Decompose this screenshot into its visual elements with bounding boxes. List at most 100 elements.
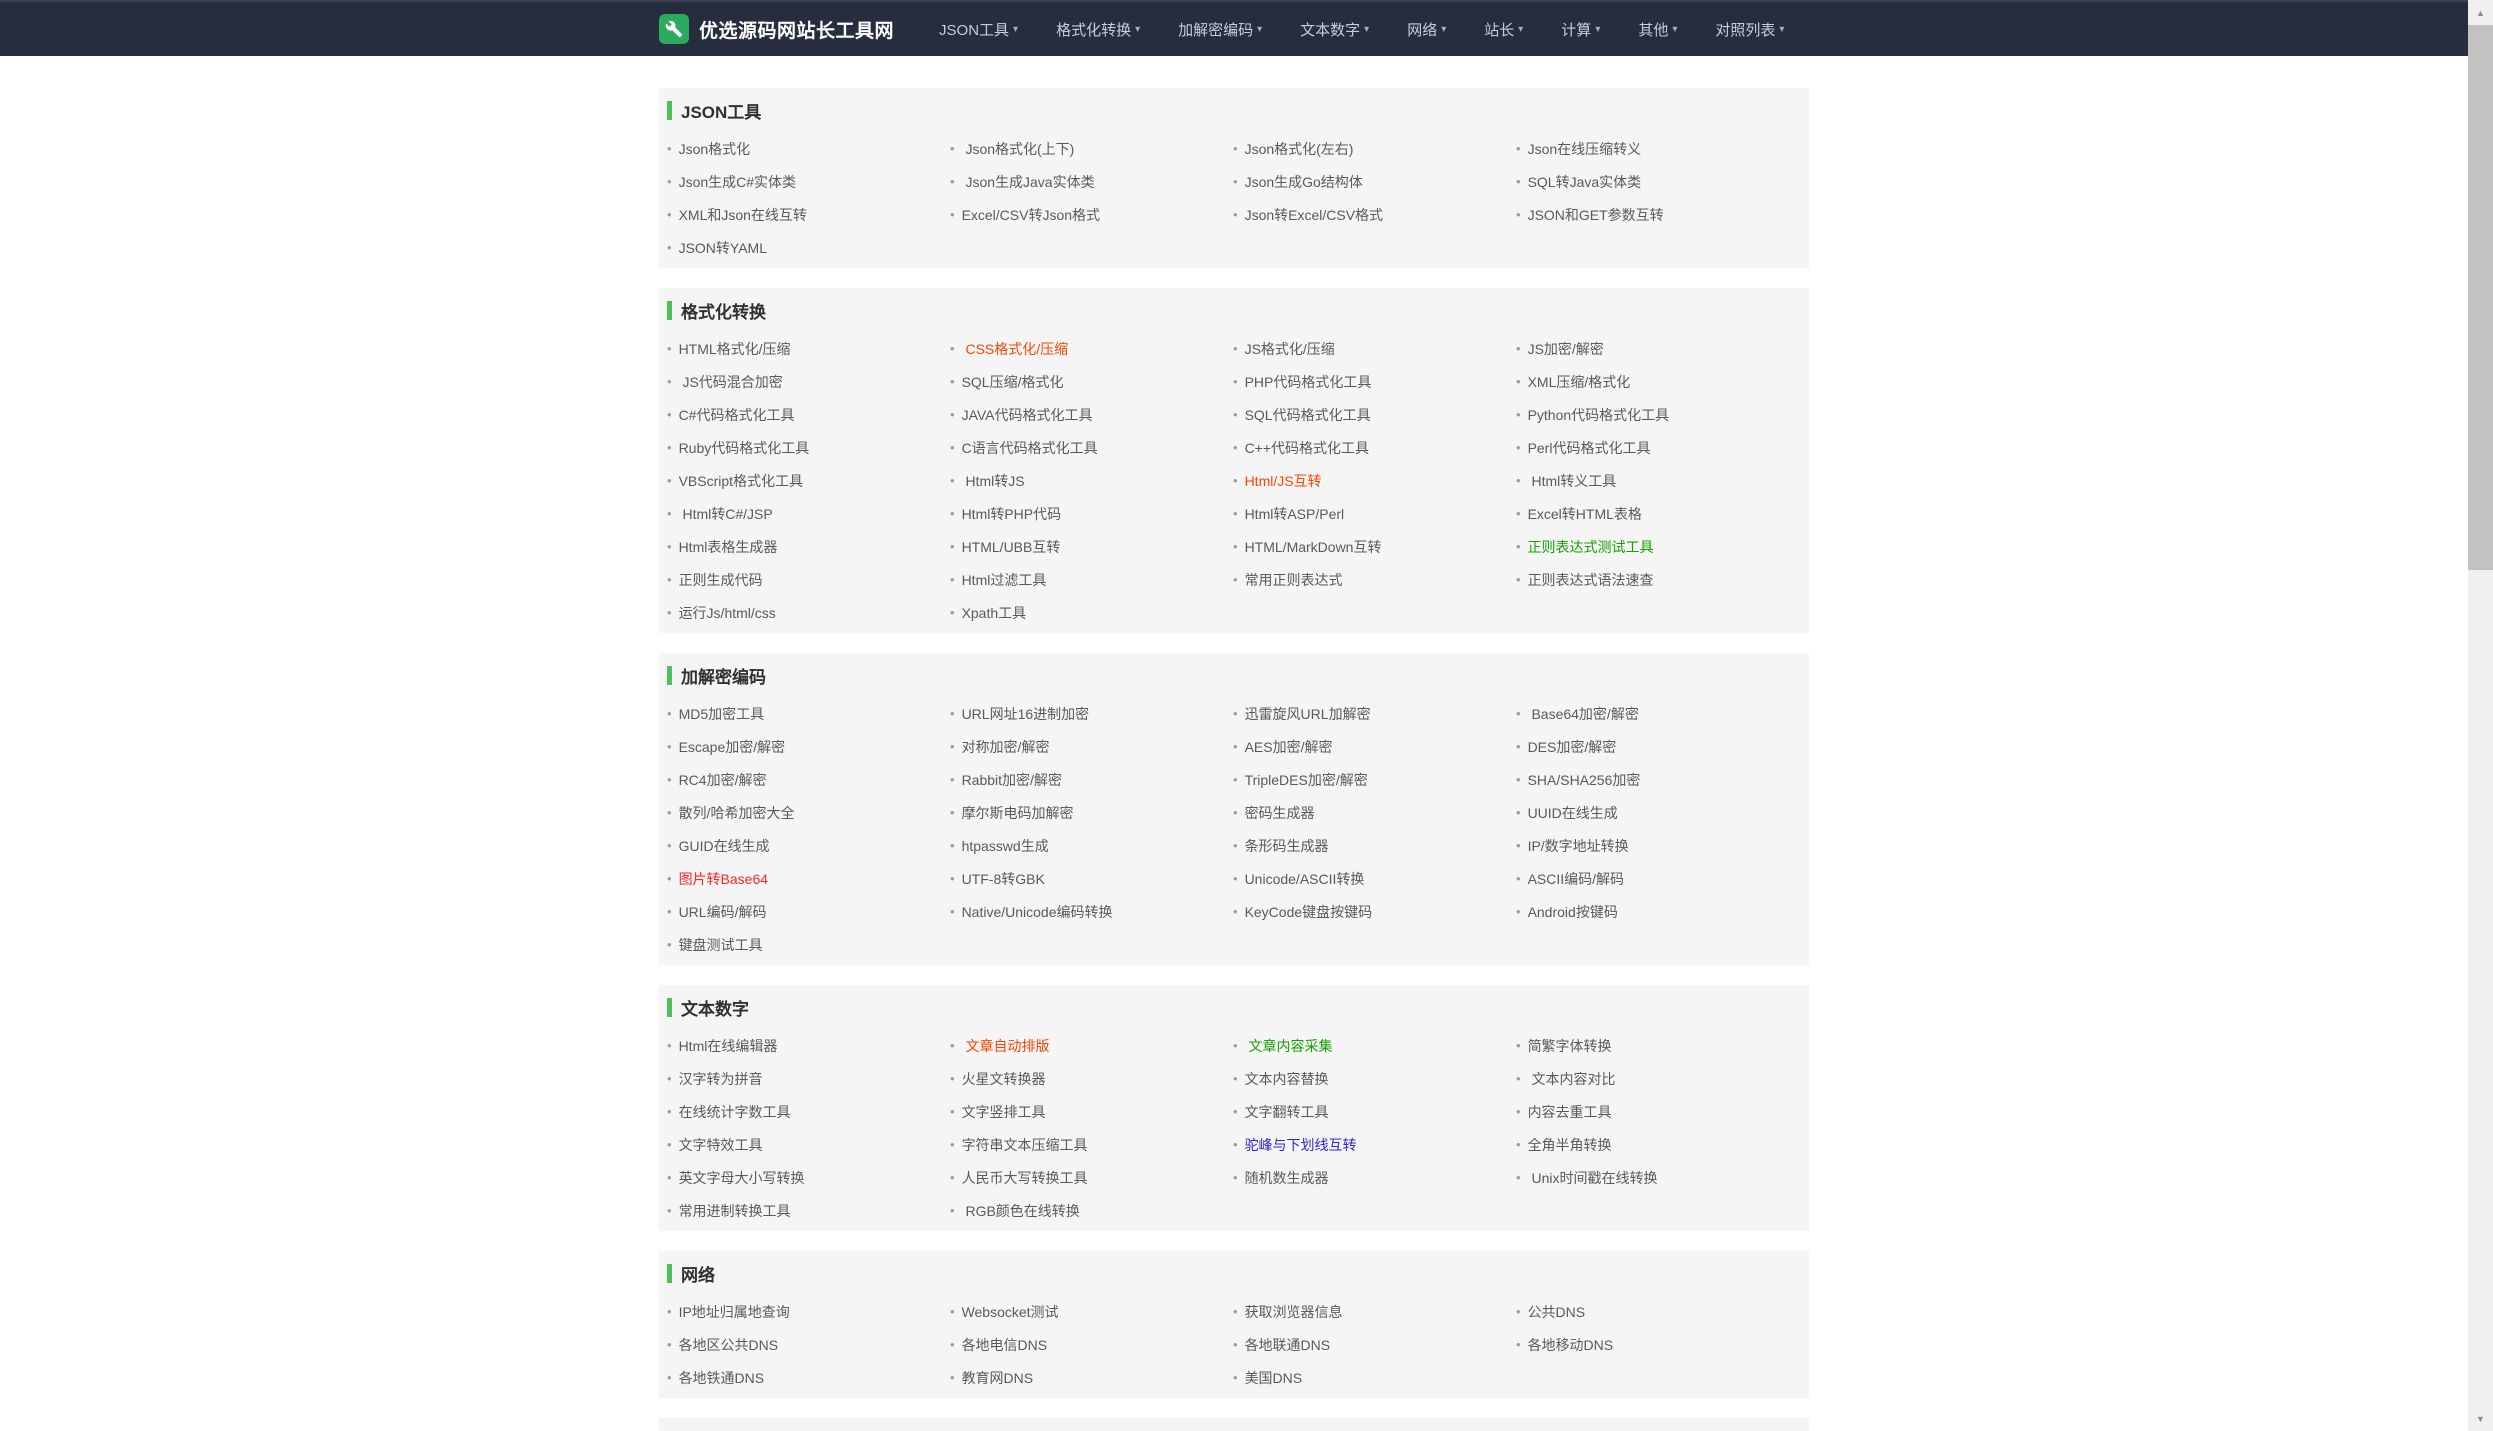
tool-link[interactable]: •DES加密/解密 <box>1516 730 1799 763</box>
tool-link[interactable]: •Html转PHP代码 <box>950 497 1233 530</box>
tool-link[interactable]: •SQL转Java实体类 <box>1516 165 1799 198</box>
tool-link[interactable]: • Unix时间戳在线转换 <box>1516 1161 1799 1194</box>
tool-link[interactable]: •IP/数字地址转换 <box>1516 829 1799 862</box>
tool-link[interactable]: • RGB颜色在线转换 <box>950 1194 1233 1227</box>
tool-link[interactable]: •摩尔斯电码加解密 <box>950 796 1233 829</box>
tool-link[interactable]: •密码生成器 <box>1233 796 1516 829</box>
tool-link[interactable]: • 文章内容采集 <box>1233 1029 1516 1062</box>
tool-link[interactable]: •htpasswd生成 <box>950 829 1233 862</box>
tool-link[interactable]: •获取浏览器信息 <box>1233 1295 1516 1328</box>
tool-link[interactable]: •对称加密/解密 <box>950 730 1233 763</box>
tool-link[interactable]: •文字竖排工具 <box>950 1095 1233 1128</box>
tool-link[interactable]: •PHP代码格式化工具 <box>1233 365 1516 398</box>
tool-link[interactable]: •教育网DNS <box>950 1361 1233 1394</box>
tool-link[interactable]: •Xpath工具 <box>950 596 1233 629</box>
tool-link[interactable]: •Excel/CSV转Json格式 <box>950 198 1233 231</box>
nav-menu-item-0[interactable]: JSON工具▾ <box>920 19 1037 40</box>
tool-link[interactable]: •全角半角转换 <box>1516 1128 1799 1161</box>
tool-link[interactable]: •XML压缩/格式化 <box>1516 365 1799 398</box>
tool-link[interactable]: •英文字母大小写转换 <box>667 1161 950 1194</box>
tool-link[interactable]: •迅雷旋风URL加解密 <box>1233 697 1516 730</box>
tool-link[interactable]: •Json生成C#实体类 <box>667 165 950 198</box>
tool-link[interactable]: •文本内容替换 <box>1233 1062 1516 1095</box>
tool-link[interactable]: • Json生成Java实体类 <box>950 165 1233 198</box>
tool-link[interactable]: •条形码生成器 <box>1233 829 1516 862</box>
tool-link[interactable]: •Json在线压缩转义 <box>1516 132 1799 165</box>
tool-link[interactable]: •GUID在线生成 <box>667 829 950 862</box>
tool-link[interactable]: •Html/JS互转 <box>1233 464 1516 497</box>
tool-link[interactable]: •驼峰与下划线互转 <box>1233 1128 1516 1161</box>
tool-link[interactable]: •JS加密/解密 <box>1516 332 1799 365</box>
tool-link[interactable]: •各地联通DNS <box>1233 1328 1516 1361</box>
tool-link[interactable]: •TripleDES加密/解密 <box>1233 763 1516 796</box>
tool-link[interactable]: •汉字转为拼音 <box>667 1062 950 1095</box>
nav-menu-item-4[interactable]: 网络▾ <box>1388 19 1465 40</box>
tool-link[interactable]: •Native/Unicode编码转换 <box>950 895 1233 928</box>
tool-link[interactable]: •字符串文本压缩工具 <box>950 1128 1233 1161</box>
tool-link[interactable]: •UTF-8转GBK <box>950 862 1233 895</box>
tool-link[interactable]: • JS代码混合加密 <box>667 365 950 398</box>
scroll-down-icon[interactable]: ▼ <box>2468 1406 2493 1431</box>
tool-link[interactable]: •Python代码格式化工具 <box>1516 398 1799 431</box>
tool-link[interactable]: •常用正则表达式 <box>1233 563 1516 596</box>
tool-link[interactable]: •简繁字体转换 <box>1516 1029 1799 1062</box>
tool-link[interactable]: •Html转ASP/Perl <box>1233 497 1516 530</box>
tool-link[interactable]: •内容去重工具 <box>1516 1095 1799 1128</box>
tool-link[interactable]: •正则表达式语法速查 <box>1516 563 1799 596</box>
tool-link[interactable]: • Html转JS <box>950 464 1233 497</box>
nav-menu-item-7[interactable]: 其他▾ <box>1619 19 1696 40</box>
tool-link[interactable]: •HTML/MarkDown互转 <box>1233 530 1516 563</box>
scroll-up-icon[interactable]: ▲ <box>2468 0 2493 25</box>
tool-link[interactable]: •正则表达式测试工具 <box>1516 530 1799 563</box>
tool-link[interactable]: •随机数生成器 <box>1233 1161 1516 1194</box>
tool-link[interactable]: •KeyCode键盘按键码 <box>1233 895 1516 928</box>
tool-link[interactable]: • 文本内容对比 <box>1516 1062 1799 1095</box>
tool-link[interactable]: •各地电信DNS <box>950 1328 1233 1361</box>
nav-menu-item-6[interactable]: 计算▾ <box>1542 19 1619 40</box>
tool-link[interactable]: •各地区公共DNS <box>667 1328 950 1361</box>
tool-link[interactable]: •Perl代码格式化工具 <box>1516 431 1799 464</box>
tool-link[interactable]: •JSON和GET参数互转 <box>1516 198 1799 231</box>
tool-link[interactable]: • Base64加密/解密 <box>1516 697 1799 730</box>
tool-link[interactable]: • Json格式化(上下) <box>950 132 1233 165</box>
tool-link[interactable]: •C语言代码格式化工具 <box>950 431 1233 464</box>
brand[interactable]: 优选源码网站长工具网 <box>659 14 894 44</box>
tool-link[interactable]: •Json生成Go结构体 <box>1233 165 1516 198</box>
tool-link[interactable]: • 文章自动排版 <box>950 1029 1233 1062</box>
tool-link[interactable]: •文字翻转工具 <box>1233 1095 1516 1128</box>
nav-menu-item-2[interactable]: 加解密编码▾ <box>1159 19 1281 40</box>
scrollbar[interactable]: ▲ ▼ <box>2468 0 2493 1431</box>
tool-link[interactable]: •JS格式化/压缩 <box>1233 332 1516 365</box>
tool-link[interactable]: •SQL代码格式化工具 <box>1233 398 1516 431</box>
nav-menu-item-5[interactable]: 站长▾ <box>1465 19 1542 40</box>
tool-link[interactable]: •Json转Excel/CSV格式 <box>1233 198 1516 231</box>
tool-link[interactable]: •IP地址归属地查询 <box>667 1295 950 1328</box>
nav-menu-item-1[interactable]: 格式化转换▾ <box>1037 19 1159 40</box>
tool-link[interactable]: •URL编码/解码 <box>667 895 950 928</box>
tool-link[interactable]: •JAVA代码格式化工具 <box>950 398 1233 431</box>
tool-link[interactable]: •HTML格式化/压缩 <box>667 332 950 365</box>
tool-link[interactable]: •UUID在线生成 <box>1516 796 1799 829</box>
scrollbar-thumb[interactable] <box>2468 25 2493 570</box>
tool-link[interactable]: • Html转义工具 <box>1516 464 1799 497</box>
tool-link[interactable]: •火星文转换器 <box>950 1062 1233 1095</box>
tool-link[interactable]: •键盘测试工具 <box>667 928 950 961</box>
tool-link[interactable]: •美国DNS <box>1233 1361 1516 1394</box>
tool-link[interactable]: •MD5加密工具 <box>667 697 950 730</box>
tool-link[interactable]: •SQL压缩/格式化 <box>950 365 1233 398</box>
tool-link[interactable]: •Android按键码 <box>1516 895 1799 928</box>
tool-link[interactable]: •各地移动DNS <box>1516 1328 1799 1361</box>
tool-link[interactable]: •在线统计字数工具 <box>667 1095 950 1128</box>
tool-link[interactable]: •正则生成代码 <box>667 563 950 596</box>
tool-link[interactable]: •公共DNS <box>1516 1295 1799 1328</box>
tool-link[interactable]: •URL网址16进制加密 <box>950 697 1233 730</box>
tool-link[interactable]: •Json格式化 <box>667 132 950 165</box>
tool-link[interactable]: •JSON转YAML <box>667 231 950 264</box>
tool-link[interactable]: •Unicode/ASCII转换 <box>1233 862 1516 895</box>
nav-menu-item-8[interactable]: 对照列表▾ <box>1696 19 1803 40</box>
tool-link[interactable]: •C++代码格式化工具 <box>1233 431 1516 464</box>
tool-link[interactable]: •散列/哈希加密大全 <box>667 796 950 829</box>
tool-link[interactable]: •Websocket测试 <box>950 1295 1233 1328</box>
tool-link[interactable]: •Rabbit加密/解密 <box>950 763 1233 796</box>
tool-link[interactable]: •ASCII编码/解码 <box>1516 862 1799 895</box>
